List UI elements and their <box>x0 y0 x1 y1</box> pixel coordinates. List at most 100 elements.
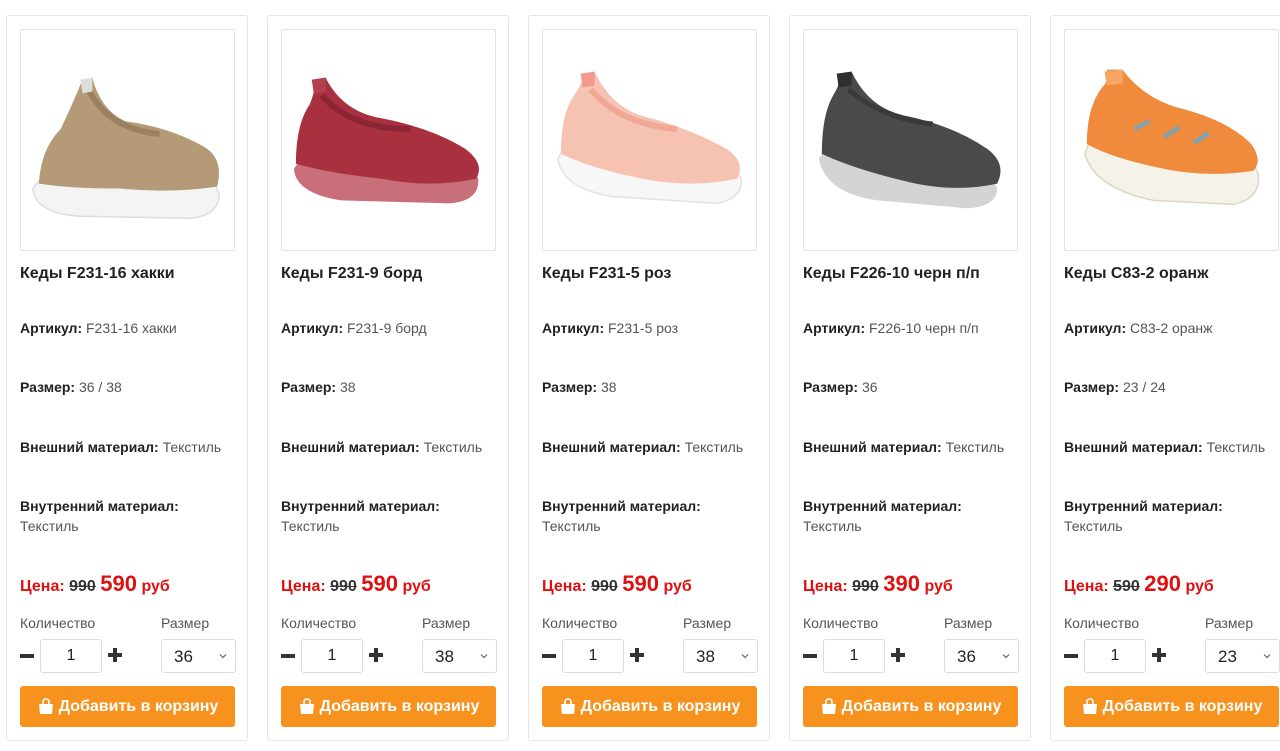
add-to-cart-button[interactable]: Добавить в корзину <box>1064 686 1279 727</box>
product-title[interactable]: Кеды F231-16 хакки <box>20 265 175 283</box>
product-title[interactable]: Кеды F231-5 роз <box>542 265 671 283</box>
add-to-cart-label: Добавить в корзину <box>580 697 741 715</box>
price-row: Цена: 990 590 руб <box>20 571 170 597</box>
plus-icon[interactable] <box>1152 648 1166 662</box>
size-label: Размер: <box>803 379 859 395</box>
new-price: 590 <box>361 571 398 596</box>
minus-icon[interactable] <box>20 645 34 667</box>
outer-material-label: Внешний материал: <box>542 439 681 455</box>
size-select-value: 36 <box>957 647 976 666</box>
inner-material-value: Текстиль <box>803 518 862 534</box>
size-label: Размер: <box>542 379 598 395</box>
product-title[interactable]: Кеды F231-9 борд <box>281 265 422 283</box>
quantity-input[interactable] <box>301 639 363 673</box>
size-row: Размер: 38 <box>542 377 767 397</box>
outer-material-value: Текстиль <box>1206 439 1266 455</box>
shoe-image <box>1065 30 1278 250</box>
quantity-label: Количество <box>20 615 96 631</box>
shoe-image <box>282 30 495 250</box>
size-value: 36 <box>861 379 878 395</box>
size-select[interactable]: 38 <box>422 639 497 673</box>
inner-material-value: Текстиль <box>1064 518 1123 534</box>
shopping-bag-icon <box>560 698 575 714</box>
price-label: Цена: <box>281 578 326 595</box>
article-value: F231-5 роз <box>608 320 679 336</box>
product-image[interactable] <box>20 29 235 251</box>
add-to-cart-button[interactable]: Добавить в корзину <box>20 686 235 727</box>
outer-material-value: Текстиль <box>162 439 222 455</box>
article-label: Артикул: <box>20 320 83 336</box>
size-select[interactable]: 23 <box>1205 639 1280 673</box>
size-select-value: 38 <box>696 647 715 666</box>
product-image[interactable] <box>542 29 757 251</box>
add-to-cart-button[interactable]: Добавить в корзину <box>281 686 496 727</box>
product-card: Кеды C83-2 оранж Артикул: C83-2 оранж Ра… <box>1050 15 1280 741</box>
currency: руб <box>141 578 170 595</box>
inner-material-value: Текстиль <box>20 518 79 534</box>
article-row: Артикул: C83-2 оранж <box>1064 318 1280 338</box>
plus-icon[interactable] <box>891 648 905 662</box>
outer-material-value: Текстиль <box>945 439 1005 455</box>
outer-material-row: Внешний материал: Текстиль <box>281 437 506 457</box>
old-price: 990 <box>69 578 96 595</box>
size-row: Размер: 36 <box>803 377 1028 397</box>
inner-material-row: Внутренний материал: Текстиль <box>803 496 1028 536</box>
product-card: Кеды F226-10 черн п/п Артикул: F226-10 ч… <box>789 15 1031 741</box>
size-row: Размер: 36 / 38 <box>20 377 245 397</box>
shoe-image <box>543 30 756 250</box>
outer-material-label: Внешний материал: <box>20 439 159 455</box>
product-image[interactable] <box>803 29 1018 251</box>
size-select[interactable]: 36 <box>161 639 236 673</box>
inner-material-label: Внутренний материал: <box>803 498 962 514</box>
size-select-value: 36 <box>174 647 193 666</box>
inner-material-label: Внутренний материал: <box>281 498 440 514</box>
minus-icon[interactable] <box>542 645 556 667</box>
product-title[interactable]: Кеды F226-10 черн п/п <box>803 265 980 283</box>
outer-material-value: Текстиль <box>423 439 483 455</box>
quantity-input[interactable] <box>562 639 624 673</box>
quantity-label: Количество <box>803 615 879 631</box>
chevron-down-icon <box>741 654 749 659</box>
minus-icon[interactable] <box>803 645 817 667</box>
add-to-cart-button[interactable]: Добавить в корзину <box>803 686 1018 727</box>
add-to-cart-label: Добавить в корзину <box>1102 697 1263 715</box>
old-price: 990 <box>852 578 879 595</box>
article-value: F231-9 борд <box>347 320 427 336</box>
shoe-image <box>21 30 234 250</box>
add-to-cart-button[interactable]: Добавить в корзину <box>542 686 757 727</box>
size-select[interactable]: 36 <box>944 639 1019 673</box>
size-row: Размер: 38 <box>281 377 506 397</box>
inner-material-row: Внутренний материал: Текстиль <box>20 496 245 536</box>
outer-material-label: Внешний материал: <box>803 439 942 455</box>
product-title[interactable]: Кеды C83-2 оранж <box>1064 265 1208 283</box>
quantity-input[interactable] <box>823 639 885 673</box>
price-row: Цена: 990 390 руб <box>803 571 953 597</box>
size-value: 23 / 24 <box>1122 379 1166 395</box>
quantity-input[interactable] <box>40 639 102 673</box>
article-value: F231-16 хакки <box>86 320 177 336</box>
article-row: Артикул: F226-10 черн п/п <box>803 318 1028 338</box>
product-image[interactable] <box>1064 29 1279 251</box>
minus-icon[interactable] <box>281 645 295 667</box>
plus-icon[interactable] <box>369 648 383 662</box>
plus-icon[interactable] <box>108 648 122 662</box>
quantity-input[interactable] <box>1084 639 1146 673</box>
size-select[interactable]: 38 <box>683 639 758 673</box>
inner-material-row: Внутренний материал: Текстиль <box>542 496 767 536</box>
shopping-bag-icon <box>38 698 53 714</box>
add-to-cart-label: Добавить в корзину <box>841 697 1002 715</box>
plus-icon[interactable] <box>630 648 644 662</box>
product-card: Кеды F231-16 хакки Артикул: F231-16 хакк… <box>6 15 248 741</box>
inner-material-value: Текстиль <box>542 518 601 534</box>
shopping-bag-icon <box>821 698 836 714</box>
outer-material-row: Внешний материал: Текстиль <box>803 437 1028 457</box>
size-select-label: Размер <box>683 615 732 631</box>
product-image[interactable] <box>281 29 496 251</box>
minus-icon[interactable] <box>1064 645 1078 667</box>
add-to-cart-label: Добавить в корзину <box>58 697 219 715</box>
outer-material-label: Внешний материал: <box>281 439 420 455</box>
size-value: 38 <box>339 379 356 395</box>
inner-material-value: Текстиль <box>281 518 340 534</box>
article-row: Артикул: F231-9 борд <box>281 318 506 338</box>
currency: руб <box>924 578 953 595</box>
